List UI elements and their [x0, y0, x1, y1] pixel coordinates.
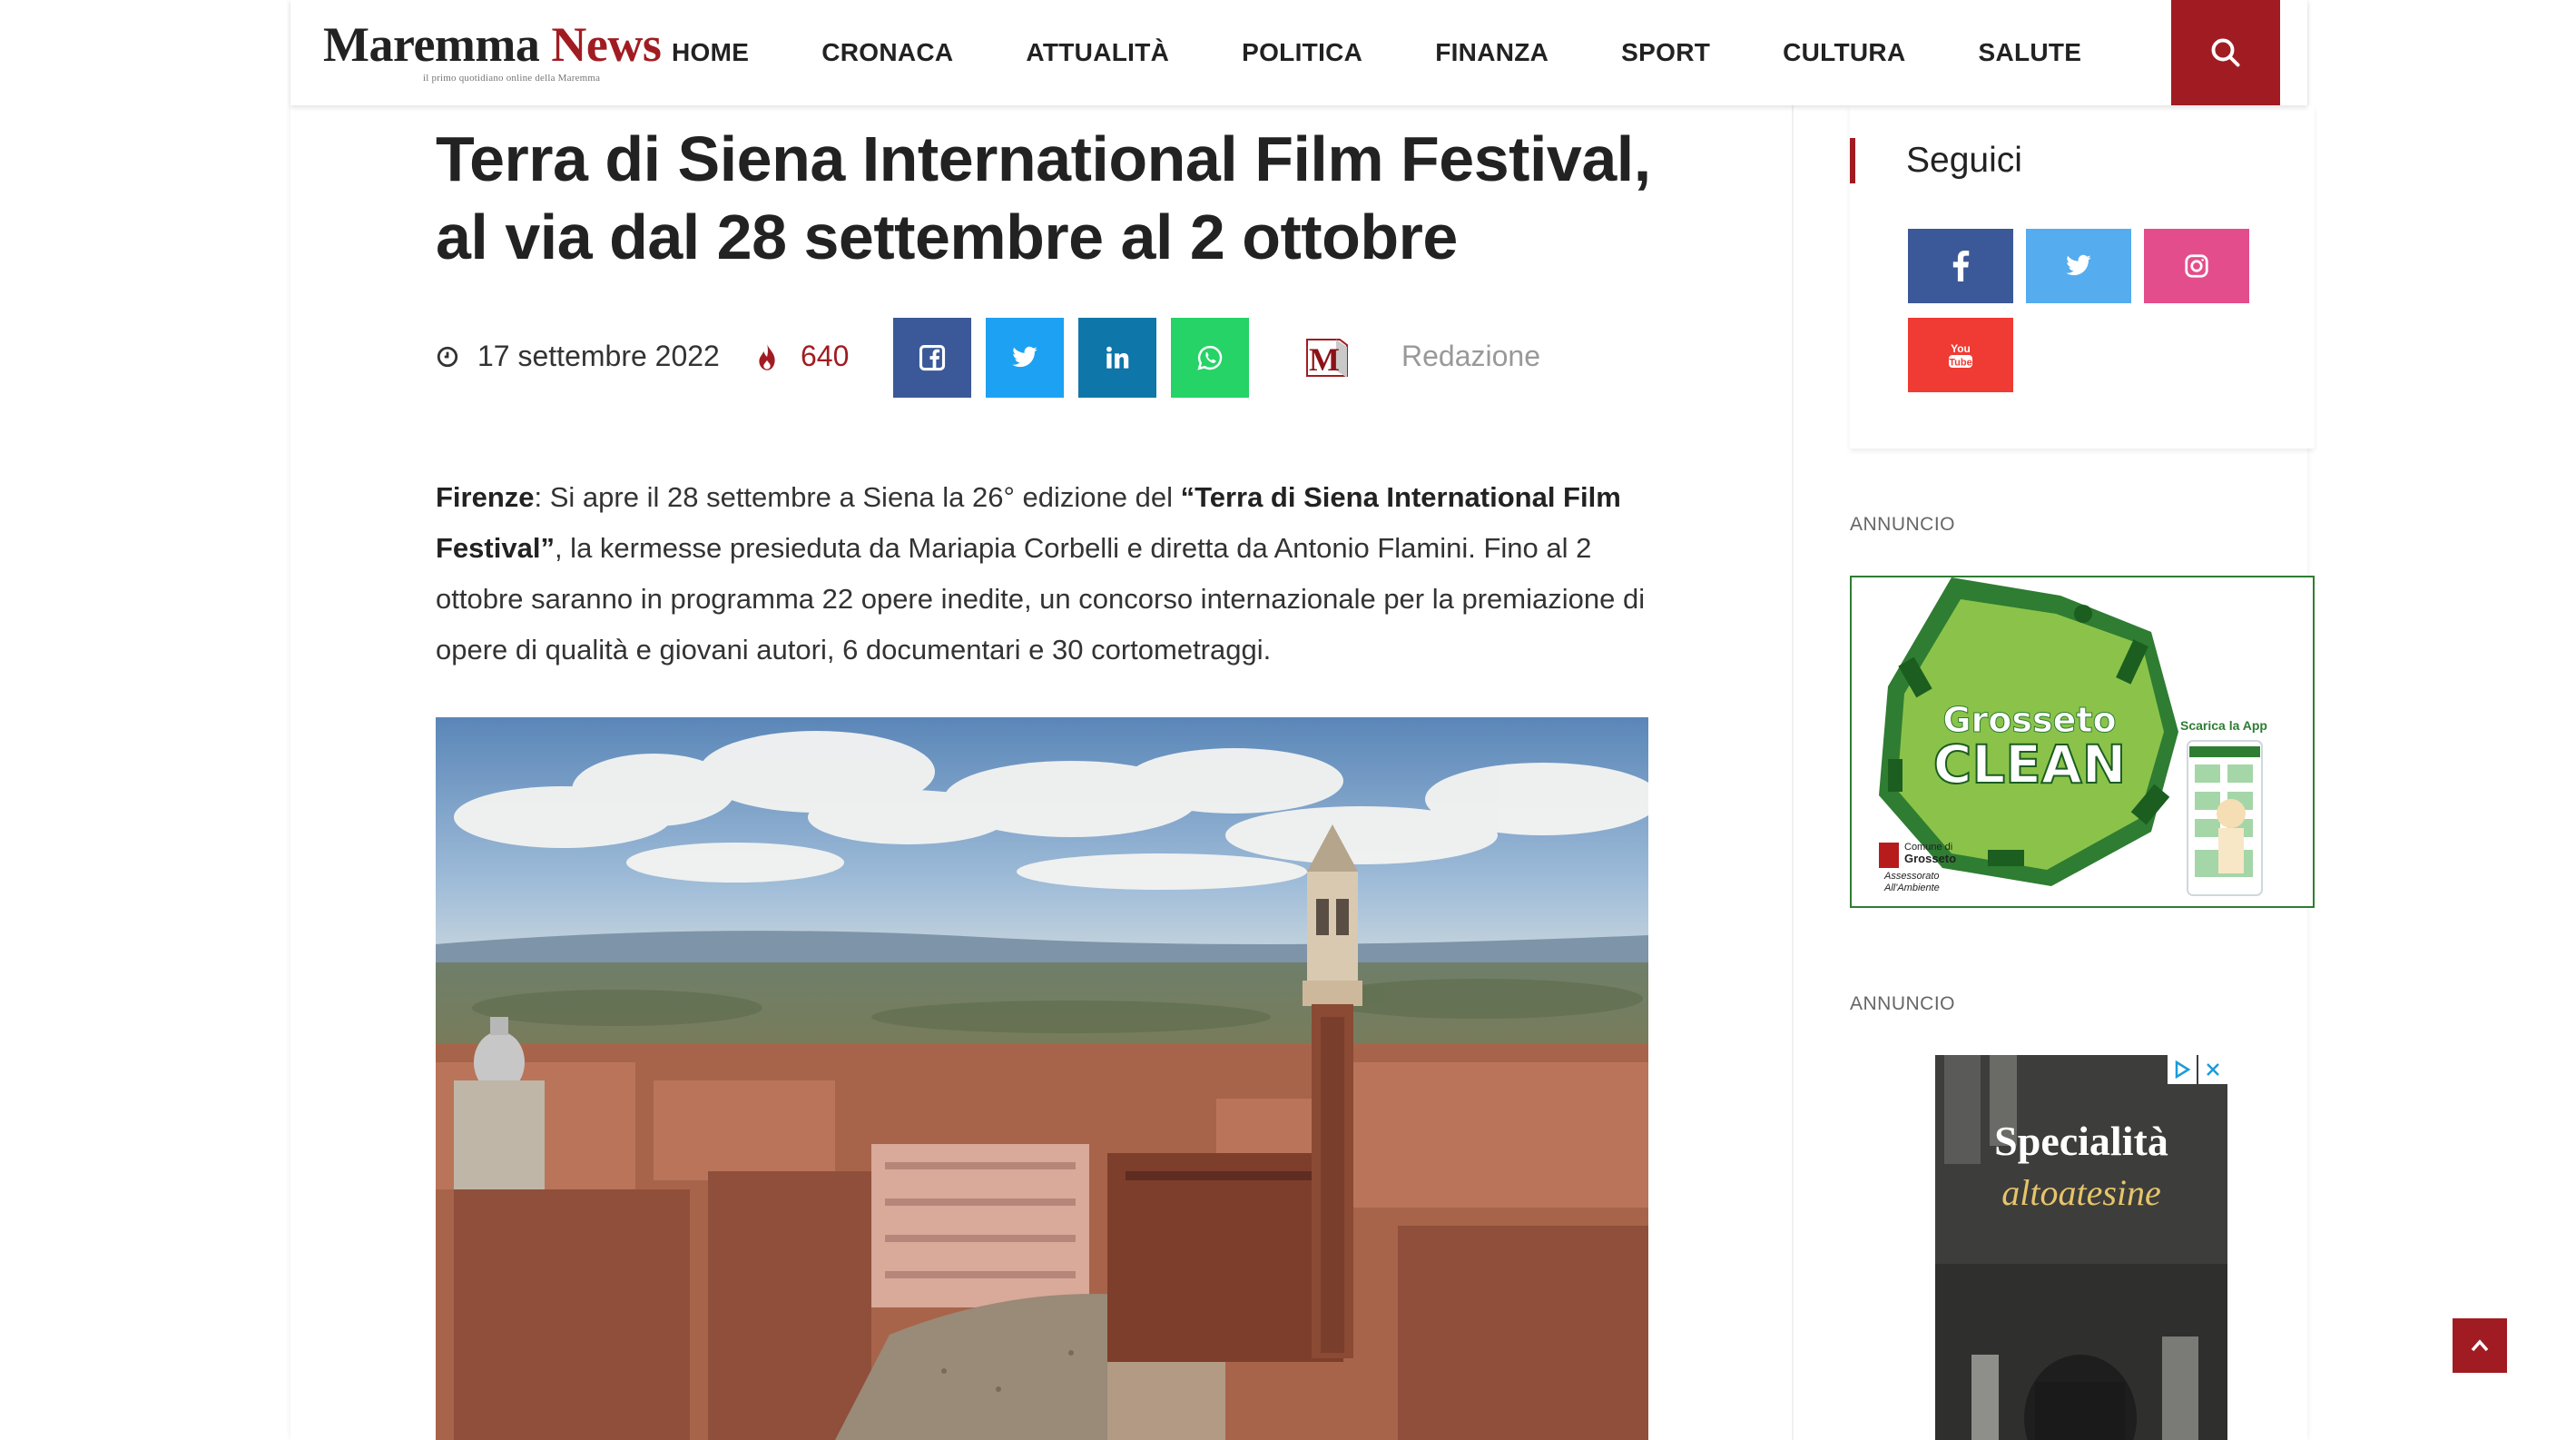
- ad-choices[interactable]: [2166, 1055, 2227, 1084]
- article-text-2: , la kermesse presieduta da Mariapia Cor…: [436, 532, 1646, 666]
- nav-cronaca[interactable]: CRONACA: [821, 38, 953, 67]
- nav-politica[interactable]: POLITICA: [1242, 38, 1362, 67]
- nav-salute[interactable]: SALUTE: [1978, 38, 2081, 67]
- follow-youtube-button[interactable]: You Tube: [1908, 318, 2013, 392]
- fire-icon: [759, 342, 775, 370]
- facebook-icon: [1952, 251, 1970, 281]
- follow-title: Seguici: [1906, 141, 2022, 180]
- article-title: Terra di Siena International Film Festiv…: [436, 123, 1651, 272]
- share-linkedin-button[interactable]: [1078, 318, 1156, 398]
- ad-app-cta: Scarica la App: [2180, 718, 2267, 733]
- share-facebook-button[interactable]: [893, 318, 971, 398]
- ad-org-2: Grosseto: [1904, 852, 1956, 865]
- article-location: Firenze: [436, 481, 535, 513]
- logo-accent: News: [551, 17, 662, 72]
- follow-instagram-button[interactable]: [2144, 229, 2249, 303]
- search-button[interactable]: [2171, 0, 2280, 105]
- share-whatsapp-button[interactable]: [1171, 318, 1249, 398]
- ad-brand-text-2: CLEAN: [1933, 734, 2127, 795]
- clock-icon: [437, 346, 458, 367]
- back-to-top-button[interactable]: [2453, 1318, 2507, 1373]
- ad-org-3: Assessorato: [1883, 871, 1940, 882]
- author-avatar: M: [1303, 334, 1351, 381]
- logo-tagline: il primo quotidiano online della Maremma: [423, 73, 601, 84]
- article-meta: 17 settembre 2022 640 M Redazione: [436, 318, 1725, 398]
- nav-home[interactable]: HOME: [672, 38, 749, 67]
- nav-cultura[interactable]: CULTURA: [1783, 38, 1905, 67]
- nav-attualita[interactable]: ATTUALITÀ: [1026, 38, 1169, 67]
- ad-title: Specialità: [1994, 1118, 2168, 1164]
- site-logo[interactable]: Maremma News il primo quotidiano online …: [323, 17, 662, 85]
- main-nav: HOME CRONACA ATTUALITÀ POLITICA FINANZA …: [672, 0, 2154, 105]
- share-twitter-button[interactable]: [986, 318, 1064, 398]
- close-icon[interactable]: [2198, 1055, 2227, 1084]
- search-icon: [2211, 38, 2240, 67]
- twitter-icon: [2066, 254, 2091, 276]
- follow-facebook-button[interactable]: [1908, 229, 2013, 303]
- date-text: 17 settembre 2022: [477, 340, 720, 372]
- article-paragraph: Firenze: Si apre il 28 settembre a Siena…: [436, 472, 1652, 676]
- youtube-icon: You Tube: [1949, 342, 1972, 369]
- whatsapp-icon: [1197, 345, 1223, 370]
- article-body: Firenze: Si apre il 28 settembre a Siena…: [436, 472, 1652, 676]
- twitter-icon: [1012, 346, 1037, 368]
- ad-org-4: All'Ambiente: [1883, 883, 1940, 893]
- article-image: [436, 717, 1648, 1440]
- svg-text:Tube: Tube: [1949, 358, 1971, 369]
- article-date: 17 settembre 2022: [436, 340, 720, 373]
- widget-accent-bar: [1850, 138, 1855, 183]
- follow-twitter-button[interactable]: [2026, 229, 2131, 303]
- linkedin-icon: [1106, 346, 1129, 369]
- view-count: 640: [755, 340, 849, 373]
- ad-banner-specialita[interactable]: Specialità altoatesine: [1935, 1055, 2227, 1440]
- ad-subtitle: altoatesine: [2001, 1172, 2161, 1213]
- svg-text:M: M: [1309, 341, 1340, 378]
- author-name[interactable]: Redazione: [1401, 340, 1540, 373]
- nav-finanza[interactable]: FINANZA: [1435, 38, 1549, 67]
- site-header: Maremma News il primo quotidiano online …: [290, 0, 2307, 105]
- nav-sport[interactable]: SPORT: [1621, 38, 1710, 67]
- ad-banner-grosseto-clean[interactable]: Grosseto CLEAN Scarica la App Comune di …: [1850, 576, 2315, 908]
- svg-text:You: You: [1951, 342, 1971, 355]
- ad-label: ANNUNCIO: [1850, 993, 1956, 1014]
- facebook-icon: [919, 344, 946, 371]
- ad-label: ANNUNCIO: [1850, 514, 1956, 535]
- column-divider: [1792, 105, 1794, 1440]
- instagram-icon: [2185, 254, 2208, 278]
- logo-text: Maremma: [323, 17, 540, 72]
- chevron-up-icon: [2471, 1339, 2489, 1352]
- views-text: 640: [801, 340, 850, 372]
- article-text-1: : Si apre il 28 settembre a Siena la 26°…: [534, 481, 1181, 513]
- adchoices-icon[interactable]: [2168, 1055, 2197, 1084]
